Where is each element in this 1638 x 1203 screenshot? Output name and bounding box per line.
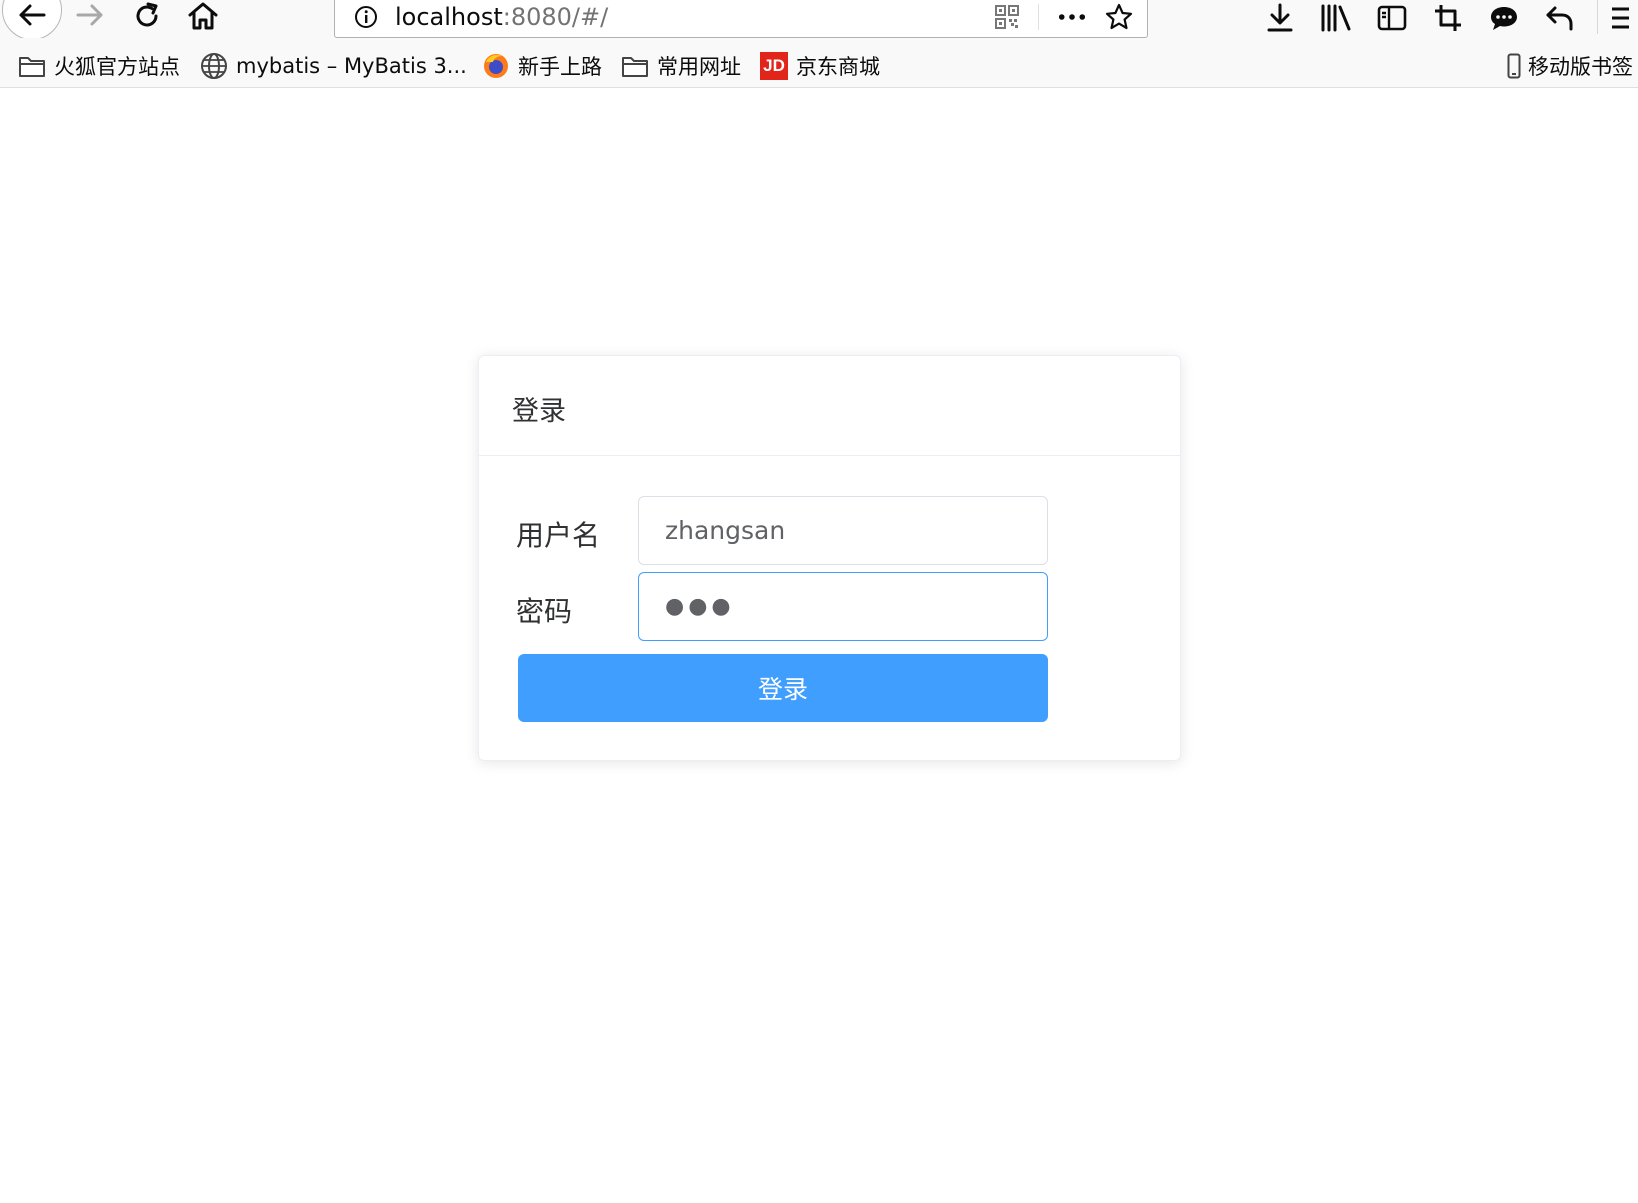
- password-input[interactable]: ●●●: [638, 572, 1048, 641]
- jd-icon: JD: [760, 52, 788, 80]
- globe-icon: [200, 53, 228, 79]
- bookmark-label: 新手上路: [518, 55, 602, 79]
- more-icon[interactable]: [1058, 3, 1086, 31]
- bookmark-label: mybatis – MyBatis 3...: [236, 54, 467, 78]
- toolbar-separator: [1597, 0, 1598, 34]
- bookmark-item[interactable]: 新手上路: [482, 52, 602, 80]
- url-bar[interactable]: localhost:8080/#/: [334, 0, 1148, 38]
- folder-icon: [621, 53, 649, 79]
- login-button-label: 登录: [757, 675, 808, 704]
- url-separator: [1038, 4, 1039, 30]
- mobile-bookmarks[interactable]: 移动版书签: [1506, 52, 1633, 80]
- bookmark-label: 京东商城: [796, 55, 880, 79]
- username-input[interactable]: zhangsan: [638, 496, 1048, 565]
- bookmark-item[interactable]: 常用网址: [621, 52, 741, 80]
- forward-icon[interactable]: [70, 0, 110, 32]
- info-icon[interactable]: [353, 4, 379, 30]
- bookmark-item[interactable]: mybatis – MyBatis 3...: [200, 52, 467, 80]
- bookmark-star-icon[interactable]: [1105, 3, 1133, 31]
- url-host: localhost: [395, 3, 503, 31]
- undo-icon[interactable]: [1544, 2, 1576, 34]
- bookmark-label: 火狐官方站点: [54, 55, 180, 79]
- library-icon[interactable]: [1320, 2, 1352, 34]
- login-button[interactable]: 登录: [518, 654, 1048, 722]
- reload-icon[interactable]: [127, 0, 167, 32]
- mobile-icon: [1506, 53, 1522, 79]
- url-text[interactable]: localhost:8080/#/: [395, 2, 608, 32]
- browser-toolbar: localhost:8080/#/: [0, 0, 1638, 40]
- password-mask: ●●●: [665, 594, 735, 619]
- firefox-icon: [482, 53, 510, 79]
- login-card: 登录 用户名 zhangsan 密码 ●●● 登录: [478, 355, 1181, 761]
- bookmark-label: 常用网址: [657, 55, 741, 79]
- card-title: 登录: [512, 396, 566, 427]
- username-label: 用户名: [516, 519, 601, 552]
- home-icon[interactable]: [183, 0, 223, 32]
- screenshot-icon[interactable]: [1432, 2, 1464, 34]
- password-label: 密码: [516, 595, 573, 628]
- download-icon[interactable]: [1264, 2, 1296, 34]
- card-header: 登录: [479, 356, 1180, 456]
- username-value: zhangsan: [665, 516, 786, 545]
- folder-icon: [18, 53, 46, 79]
- sidebar-icon[interactable]: [1376, 2, 1408, 34]
- menu-icon[interactable]: [1606, 2, 1632, 34]
- bookmark-label: 移动版书签: [1528, 55, 1633, 79]
- bookmark-item[interactable]: JD 京东商城: [760, 52, 880, 80]
- url-path: :8080/#/: [502, 3, 609, 31]
- bookmark-item[interactable]: 火狐官方站点: [18, 52, 180, 80]
- bookmarks-bar: 火狐官方站点 mybatis – MyBatis 3... 新手上路 常用网址 …: [0, 38, 1638, 88]
- chat-icon[interactable]: [1488, 2, 1520, 34]
- qr-code-icon[interactable]: [993, 3, 1021, 31]
- back-icon[interactable]: [12, 0, 52, 32]
